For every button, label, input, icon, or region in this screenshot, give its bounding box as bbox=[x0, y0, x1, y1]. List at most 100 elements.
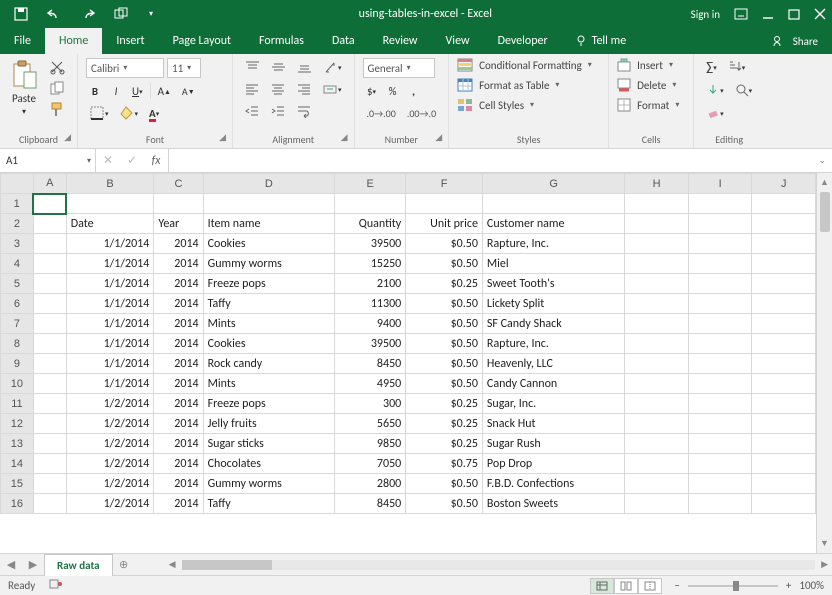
cell-J5[interactable] bbox=[752, 274, 816, 294]
cell-J13[interactable] bbox=[752, 434, 816, 454]
cell-H10[interactable] bbox=[625, 374, 689, 394]
cell-D2[interactable]: Item name bbox=[203, 214, 334, 234]
cancel-formula-icon[interactable]: ✕ bbox=[96, 153, 120, 168]
cell-F10[interactable]: $0.50 bbox=[406, 374, 483, 394]
tab-nav-prev-icon[interactable]: ◀ bbox=[0, 558, 22, 571]
cell-E4[interactable]: 15250 bbox=[335, 254, 406, 274]
cell-A5[interactable] bbox=[33, 274, 66, 294]
qat-item-icon[interactable] bbox=[110, 5, 132, 23]
sort-filter-icon[interactable]: ▾ bbox=[724, 58, 750, 76]
cell-I13[interactable] bbox=[688, 434, 752, 454]
cell-B6[interactable]: 1/1/2014 bbox=[66, 294, 154, 314]
cell-I9[interactable] bbox=[688, 354, 752, 374]
cell-D5[interactable]: Freeze pops bbox=[203, 274, 334, 294]
col-header-H[interactable]: H bbox=[625, 174, 689, 194]
cell-D16[interactable]: Taffy bbox=[203, 494, 334, 514]
row-header[interactable]: 6 bbox=[1, 294, 34, 314]
cell-H2[interactable] bbox=[625, 214, 689, 234]
cell-G15[interactable]: F.B.D. Confections bbox=[482, 474, 624, 494]
cell-G12[interactable]: Snack Hut bbox=[482, 414, 624, 434]
cell-F9[interactable]: $0.50 bbox=[406, 354, 483, 374]
zoom-in-icon[interactable]: + bbox=[786, 579, 791, 592]
col-header-A[interactable]: A bbox=[33, 174, 66, 194]
cell-D11[interactable]: Freeze pops bbox=[203, 394, 334, 414]
dialog-launcher-icon[interactable]: ◢ bbox=[435, 132, 442, 143]
cell-E13[interactable]: 9850 bbox=[335, 434, 406, 454]
cell-D12[interactable]: Jelly fruits bbox=[203, 414, 334, 434]
row-header[interactable]: 10 bbox=[1, 374, 34, 394]
conditional-formatting-button[interactable]: Conditional Formatting▾ bbox=[457, 58, 600, 72]
cell-H3[interactable] bbox=[625, 234, 689, 254]
new-sheet-icon[interactable]: ⊕ bbox=[113, 557, 135, 572]
cell-A7[interactable] bbox=[33, 314, 66, 334]
cell-F16[interactable]: $0.50 bbox=[406, 494, 483, 514]
increase-decimal-icon[interactable]: .0→.00 bbox=[363, 104, 400, 122]
cell-A13[interactable] bbox=[33, 434, 66, 454]
spreadsheet-grid[interactable]: ABCDEFGHIJ12DateYearItem nameQuantityUni… bbox=[0, 173, 816, 553]
cell-I5[interactable] bbox=[688, 274, 752, 294]
cell-F11[interactable]: $0.25 bbox=[406, 394, 483, 414]
cell-D13[interactable]: Sugar sticks bbox=[203, 434, 334, 454]
maximize-icon[interactable] bbox=[788, 8, 800, 20]
cell-B8[interactable]: 1/1/2014 bbox=[66, 334, 154, 354]
cell-C6[interactable]: 2014 bbox=[154, 294, 203, 314]
font-name-select[interactable]: Calibri▾ bbox=[86, 58, 164, 78]
normal-view-icon[interactable] bbox=[590, 578, 614, 594]
cell-I6[interactable] bbox=[688, 294, 752, 314]
delete-cells-button[interactable]: Delete▾ bbox=[617, 78, 685, 92]
format-cells-button[interactable]: Format▾ bbox=[617, 98, 685, 112]
cell-D4[interactable]: Gummy worms bbox=[203, 254, 334, 274]
cell-J4[interactable] bbox=[752, 254, 816, 274]
cell-F7[interactable]: $0.50 bbox=[406, 314, 483, 334]
cell-B4[interactable]: 1/1/2014 bbox=[66, 254, 154, 274]
cell-H16[interactable] bbox=[625, 494, 689, 514]
cell-C9[interactable]: 2014 bbox=[154, 354, 203, 374]
cell-C7[interactable]: 2014 bbox=[154, 314, 203, 334]
enter-formula-icon[interactable]: ✓ bbox=[120, 153, 144, 168]
cell-C16[interactable]: 2014 bbox=[154, 494, 203, 514]
col-header-D[interactable]: D bbox=[203, 174, 334, 194]
page-break-view-icon[interactable] bbox=[638, 578, 662, 594]
cell-E3[interactable]: 39500 bbox=[335, 234, 406, 254]
cell-B2[interactable]: Date bbox=[66, 214, 154, 234]
decrease-font-icon[interactable]: A▼ bbox=[178, 82, 199, 100]
row-header[interactable]: 16 bbox=[1, 494, 34, 514]
cell-G9[interactable]: Heavenly, LLC bbox=[482, 354, 624, 374]
border-icon[interactable]: ▾ bbox=[86, 104, 113, 122]
cell-G11[interactable]: Sugar, Inc. bbox=[482, 394, 624, 414]
signin-link[interactable]: Sign in bbox=[691, 8, 720, 21]
cell-G6[interactable]: Lickety Split bbox=[482, 294, 624, 314]
cell-J14[interactable] bbox=[752, 454, 816, 474]
cell-C13[interactable]: 2014 bbox=[154, 434, 203, 454]
name-box[interactable]: A1▾ bbox=[0, 149, 96, 172]
cell-G2[interactable]: Customer name bbox=[482, 214, 624, 234]
paste-button[interactable]: Paste ▾ bbox=[8, 58, 40, 119]
zoom-out-icon[interactable]: − bbox=[674, 579, 679, 592]
col-header-B[interactable]: B bbox=[66, 174, 154, 194]
cell-C8[interactable]: 2014 bbox=[154, 334, 203, 354]
scrollbar-thumb[interactable] bbox=[182, 560, 272, 570]
cell-B1[interactable] bbox=[66, 194, 154, 214]
close-icon[interactable] bbox=[814, 8, 826, 20]
cell-E7[interactable]: 9400 bbox=[335, 314, 406, 334]
orientation-icon[interactable]: ▾ bbox=[319, 58, 346, 76]
cell-A12[interactable] bbox=[33, 414, 66, 434]
decrease-indent-icon[interactable] bbox=[241, 102, 264, 120]
underline-button[interactable]: U▾ bbox=[128, 82, 147, 100]
cell-I15[interactable] bbox=[688, 474, 752, 494]
cell-C11[interactable]: 2014 bbox=[154, 394, 203, 414]
align-middle-icon[interactable] bbox=[267, 58, 290, 76]
cell-A2[interactable] bbox=[33, 214, 66, 234]
cell-B14[interactable]: 1/2/2014 bbox=[66, 454, 154, 474]
cell-C15[interactable]: 2014 bbox=[154, 474, 203, 494]
cell-I1[interactable] bbox=[688, 194, 752, 214]
cell-D14[interactable]: Chocolates bbox=[203, 454, 334, 474]
dialog-launcher-icon[interactable]: ◢ bbox=[341, 132, 348, 143]
cell-H11[interactable] bbox=[625, 394, 689, 414]
cell-E10[interactable]: 4950 bbox=[335, 374, 406, 394]
cell-F5[interactable]: $0.25 bbox=[406, 274, 483, 294]
cell-B13[interactable]: 1/2/2014 bbox=[66, 434, 154, 454]
cell-A4[interactable] bbox=[33, 254, 66, 274]
select-all-corner[interactable] bbox=[1, 174, 34, 194]
cell-G4[interactable]: Miel bbox=[482, 254, 624, 274]
